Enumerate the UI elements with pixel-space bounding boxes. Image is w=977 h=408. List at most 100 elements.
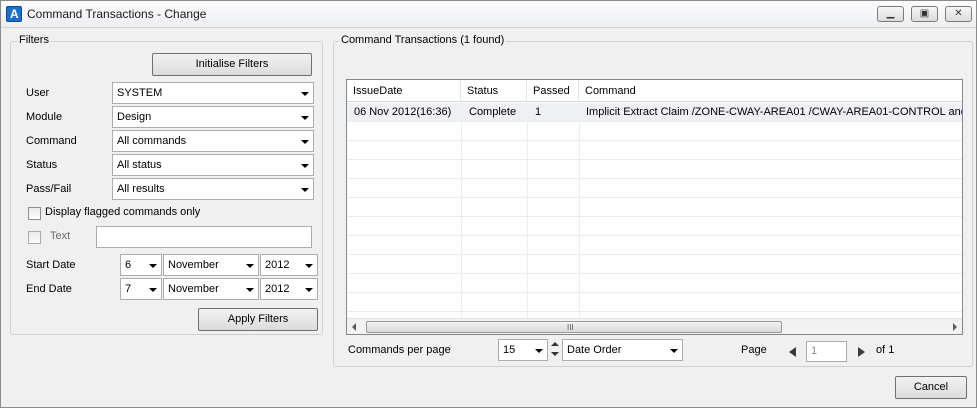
chevron-down-icon [246,288,254,292]
initialise-filters-button[interactable]: Initialise Filters [152,53,312,76]
transactions-table[interactable]: IssueDate Status Passed Command 06 Nov 2… [346,79,963,335]
table-row-empty [347,293,962,312]
minimize-icon: ▁ [886,8,895,19]
passfail-select[interactable]: All results [112,178,314,200]
cancel-label: Cancel [913,381,949,393]
chevron-down-icon [301,116,309,120]
table-row-empty [347,274,962,293]
chevron-down-icon [149,288,157,292]
text-filter-input[interactable] [96,226,312,248]
end-day-value: 7 [125,283,132,295]
user-select[interactable]: SYSTEM [112,82,314,104]
start-month-select[interactable]: November [163,254,259,276]
chevron-down-icon [535,349,543,353]
cell-passed: 1 [535,106,542,118]
table-row[interactable]: 06 Nov 2012(16:36) Complete 1 Implicit E… [347,103,962,122]
order-value: Date Order [567,344,622,356]
horizontal-scrollbar[interactable]: III [347,318,962,334]
module-value: Design [117,111,152,123]
module-label: Module [26,111,63,123]
title-bar: A Command Transactions - Change ▁ ▣ ✕ [1,1,976,28]
command-transactions-window: A Command Transactions - Change ▁ ▣ ✕ Fi… [0,0,977,408]
app-logo-icon: A [6,6,22,22]
scroll-thumb[interactable]: III [366,321,782,333]
window-title: Command Transactions - Change [27,7,207,21]
module-select[interactable]: Design [112,106,314,128]
table-row-empty [347,217,962,236]
table-row-empty [347,255,962,274]
page-number-value: 1 [811,345,818,357]
start-year-value: 2012 [265,259,290,271]
chevron-down-icon [301,140,309,144]
end-year-value: 2012 [265,283,290,295]
table-row-empty [347,198,962,217]
per-page-value: 15 [503,344,516,356]
maximize-button[interactable]: ▣ [911,6,938,22]
initialise-filters-label: Initialise Filters [195,58,269,70]
scroll-left-icon[interactable] [352,323,356,331]
order-select[interactable]: Date Order [562,339,683,361]
next-page-icon[interactable] [858,347,865,357]
cell-issue-date: 06 Nov 2012(16:36) [354,106,452,118]
chevron-down-icon [301,92,309,96]
end-day-select[interactable]: 7 [120,278,162,300]
start-date-label: Start Date [26,259,76,271]
scroll-right-icon[interactable] [953,323,957,331]
cancel-button[interactable]: Cancel [895,376,967,399]
text-checkbox[interactable] [28,231,41,244]
start-month-value: November [168,259,219,271]
per-page-select[interactable]: 15 [498,339,548,361]
apply-filters-label: Apply Filters [227,313,289,325]
command-label: Command [26,135,77,147]
command-value: All commands [117,135,187,147]
close-icon: ✕ [954,8,963,19]
passfail-label: Pass/Fail [26,183,72,195]
apply-filters-button[interactable]: Apply Filters [198,308,318,331]
chevron-down-icon [305,288,313,292]
table-row-empty [347,236,962,255]
page-count-label: of 1 [876,344,895,356]
end-date-label: End Date [26,283,72,295]
table-header: IssueDate Status Passed Command [347,80,962,102]
status-label: Status [26,159,58,171]
spinner-down-icon[interactable] [551,352,559,356]
column-header-status[interactable]: Status [461,80,527,102]
close-button[interactable]: ✕ [945,6,972,22]
column-header-command[interactable]: Command [579,80,962,102]
grip-icon: III [567,323,574,332]
filters-group-label: Filters [17,34,51,46]
text-label: Text [50,230,71,242]
page-number-input[interactable]: 1 [806,341,847,362]
status-select[interactable]: All status [112,154,314,176]
end-month-select[interactable]: November [163,278,259,300]
table-row-empty [347,160,962,179]
minimize-button[interactable]: ▁ [877,6,904,22]
chevron-down-icon [305,264,313,268]
chevron-down-icon [149,264,157,268]
transactions-group-label: Command Transactions (1 found) [339,34,507,46]
chevron-down-icon [246,264,254,268]
passfail-value: All results [117,183,165,195]
per-page-label: Commands per page [348,344,451,356]
status-value: All status [117,159,162,171]
table-row-empty [347,141,962,160]
column-header-issuedate[interactable]: IssueDate [347,80,461,102]
cell-status: Complete [469,106,517,118]
table-row-empty [347,179,962,198]
page-label: Page [741,344,767,356]
flagged-label: Display flagged commands only [45,206,201,218]
end-month-value: November [168,283,219,295]
column-header-passed[interactable]: Passed [527,80,579,102]
start-year-select[interactable]: 2012 [260,254,318,276]
chevron-down-icon [670,349,678,353]
start-day-value: 6 [125,259,132,271]
maximize-icon: ▣ [919,8,930,19]
start-day-select[interactable]: 6 [120,254,162,276]
flagged-checkbox[interactable] [28,207,41,220]
table-row-empty [347,122,962,141]
per-page-spinner[interactable] [550,340,560,360]
end-year-select[interactable]: 2012 [260,278,318,300]
command-select[interactable]: All commands [112,130,314,152]
spinner-up-icon[interactable] [551,342,559,346]
previous-page-icon[interactable] [789,347,796,357]
